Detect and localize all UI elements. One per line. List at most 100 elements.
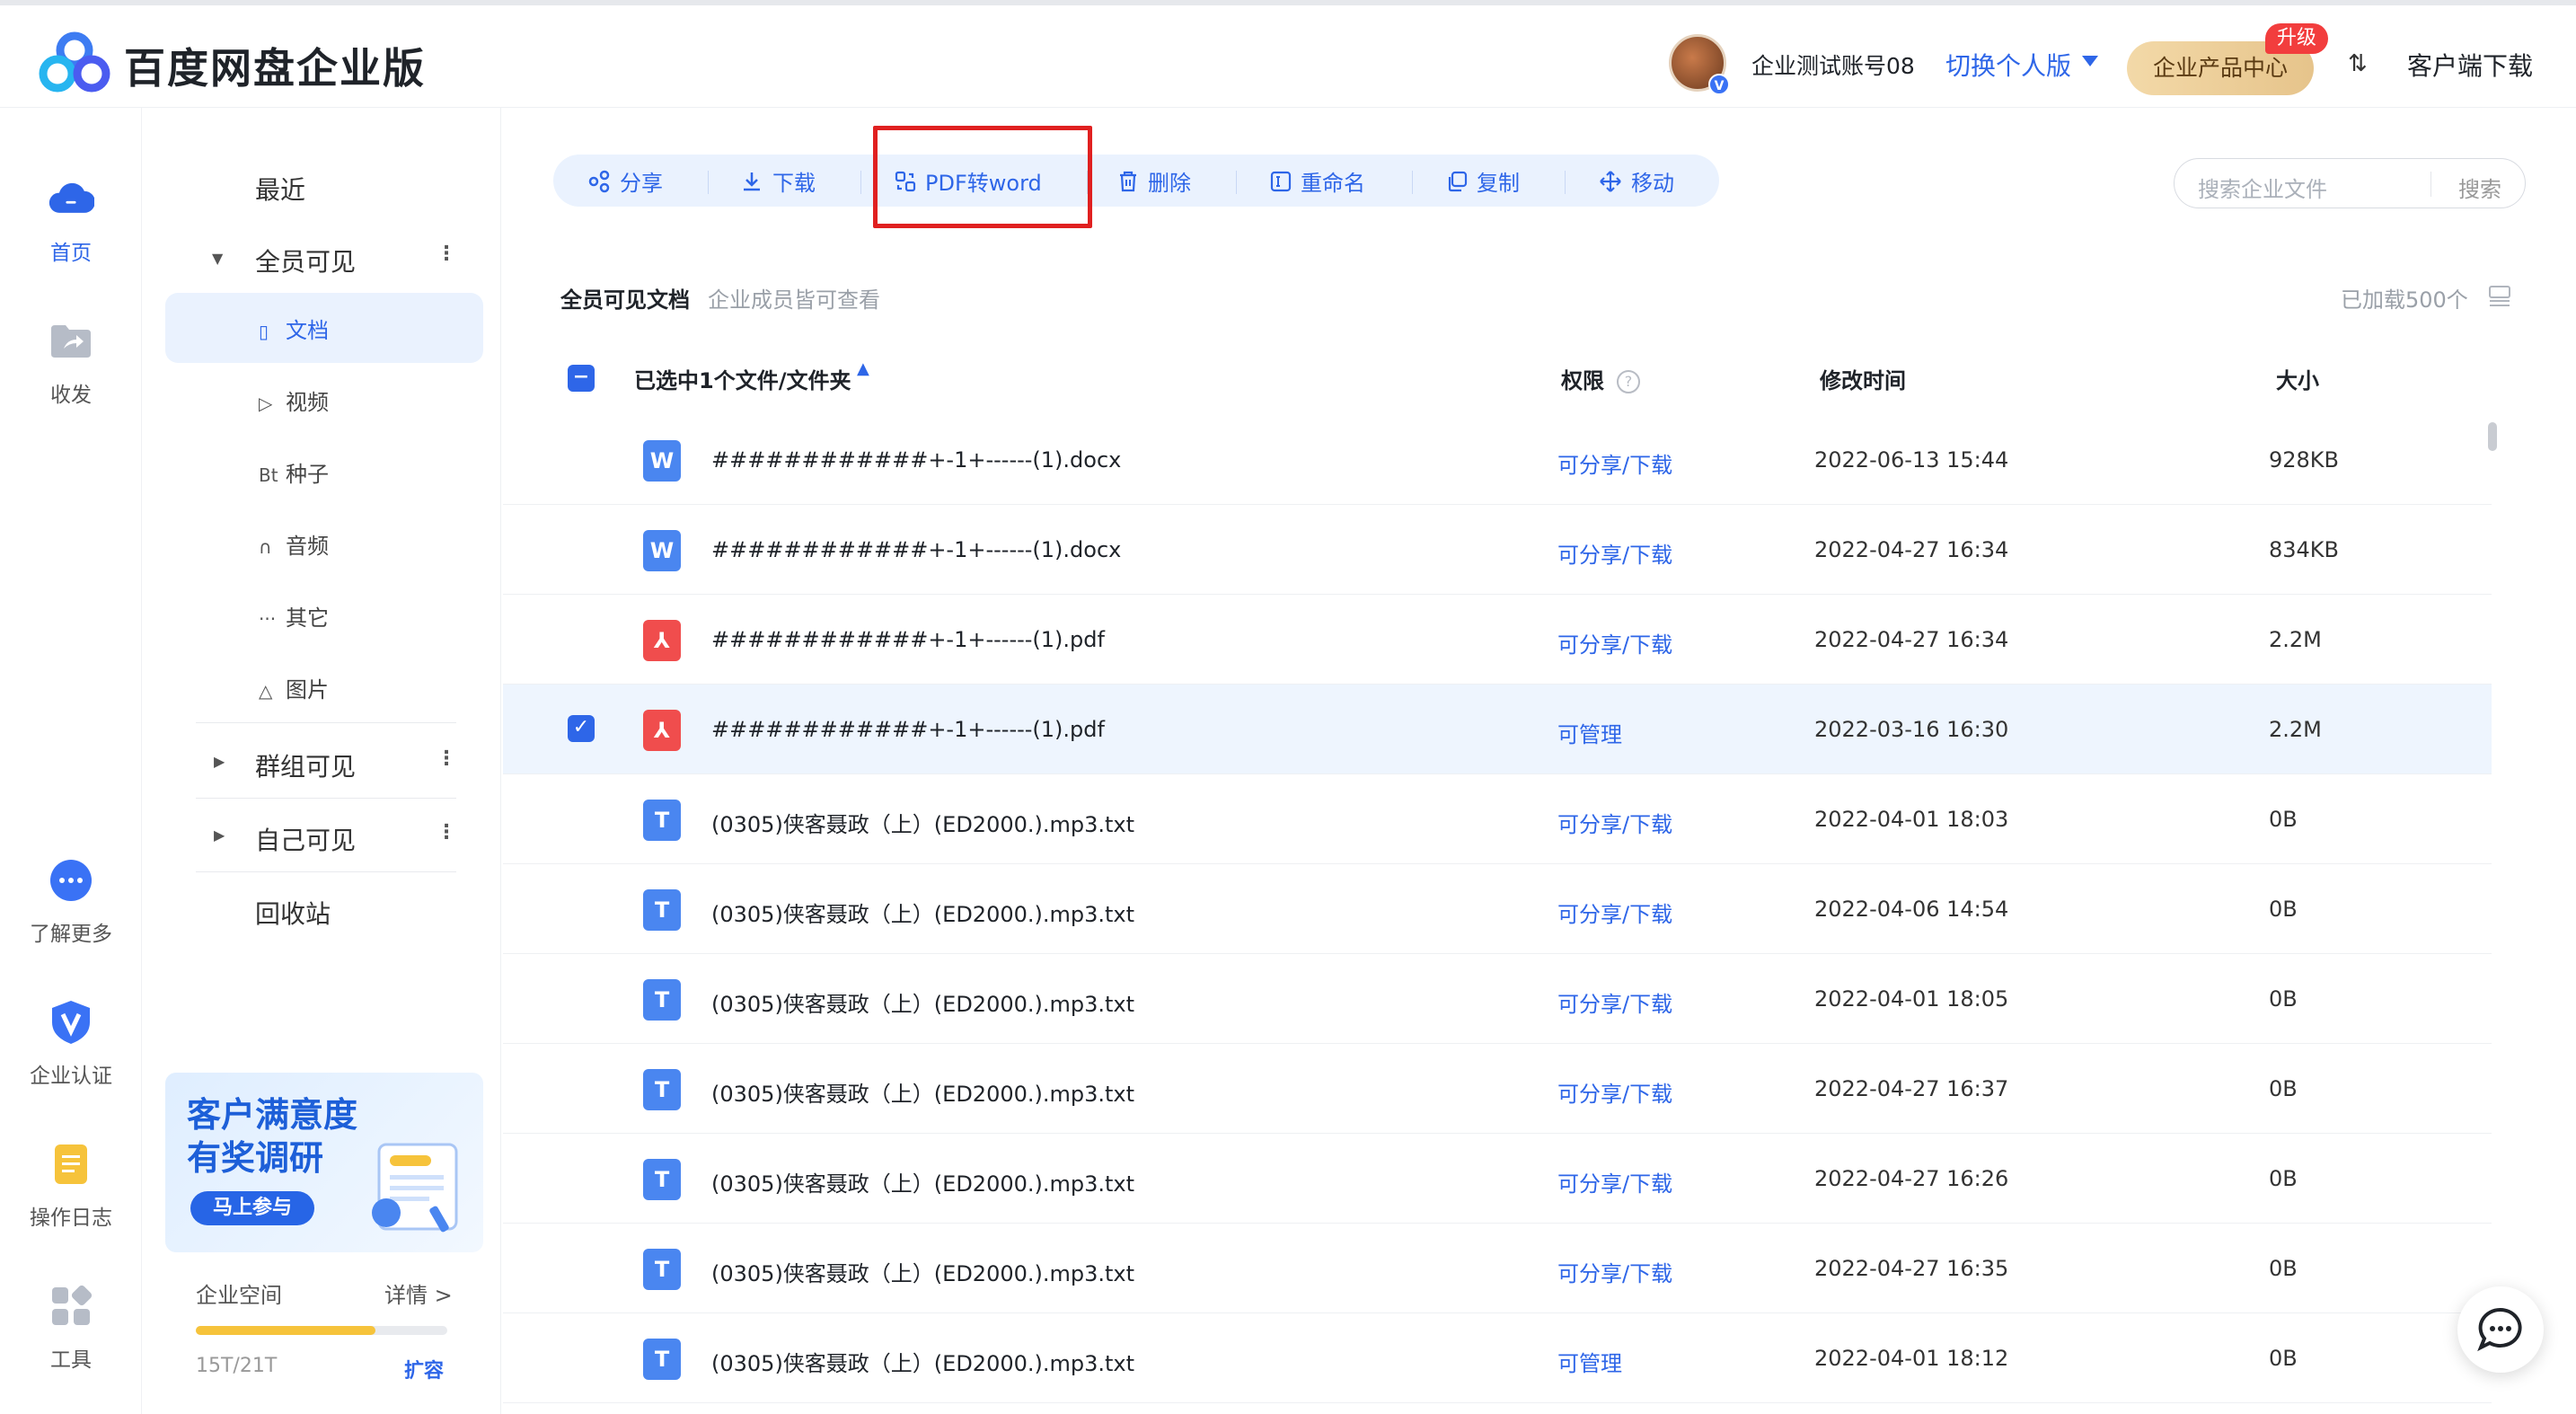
divider — [196, 722, 456, 723]
table-row[interactable]: T (0305)侠客聂政（上）(ED2000.).mp3.txt 可管理 2022-0… — [503, 1313, 2492, 1403]
file-permission[interactable]: 可分享/下载 — [1557, 447, 1672, 479]
column-size[interactable]: 大小 — [2276, 363, 2319, 394]
file-name[interactable]: ############+-1+------(1).docx — [711, 537, 1121, 562]
column-permission-label: 权限 — [1561, 368, 1604, 393]
table-row[interactable]: ✓ ⅄ ############+-1+------(1).pdf 可管理 2022-0… — [503, 685, 2492, 774]
row-checkbox[interactable]: ✓ — [568, 715, 595, 742]
search-button[interactable]: 搜索 — [2458, 172, 2501, 203]
table-row[interactable]: T (0305)侠客聂政（上）(ED2000.).mp3.txt 可分享/下载 202… — [503, 1044, 2492, 1134]
sort-arrow-icon[interactable]: ▲ — [857, 359, 869, 378]
file-name[interactable]: ############+-1+------(1).docx — [711, 447, 1121, 473]
file-permission[interactable]: 可分享/下载 — [1557, 1166, 1672, 1197]
file-permission[interactable]: 可分享/下载 — [1557, 537, 1672, 569]
file-permission[interactable]: 可分享/下载 — [1557, 1256, 1672, 1287]
row-checkbox[interactable] — [568, 625, 595, 652]
file-permission[interactable]: 可分享/下载 — [1557, 986, 1672, 1018]
nav-tools[interactable]: 工具 — [0, 1283, 142, 1373]
file-permission[interactable]: 可分享/下载 — [1557, 807, 1672, 838]
table-row[interactable]: W ############+-1+------(1).docx 可分享/下载 202… — [503, 415, 2492, 505]
file-permission[interactable]: 可管理 — [1557, 1346, 1622, 1377]
table-row[interactable]: T (0305)侠客聂政（上）(ED2000.).mp3.txt 可分享/下载 202… — [503, 864, 2492, 954]
sidebar-item-self-visible[interactable]: 自己可见 — [255, 821, 356, 857]
table-row[interactable]: W ############+-1+------(1).docx 可分享/下载 202… — [503, 505, 2492, 595]
storage-progress-bar — [196, 1326, 447, 1335]
row-checkbox[interactable] — [568, 446, 595, 473]
row-checkbox[interactable] — [568, 805, 595, 832]
file-name[interactable]: ############+-1+------(1).pdf — [711, 717, 1105, 742]
row-checkbox[interactable] — [568, 1344, 595, 1371]
rename-button[interactable]: 重命名 — [1270, 165, 1365, 197]
column-modified-time[interactable]: 修改时间 — [1820, 363, 1906, 394]
copy-button[interactable]: 复制 — [1446, 165, 1520, 197]
selected-count-header: 已选中1个文件/文件夹 — [634, 368, 851, 393]
nav-learn-more[interactable]: 了解更多 — [0, 857, 142, 947]
search-input[interactable]: 搜索企业文件 — [2198, 172, 2327, 203]
switch-personal-link[interactable]: 切换个人版 — [1945, 47, 2071, 83]
sidebar-item-recycle-bin[interactable]: 回收站 — [255, 895, 331, 931]
sidebar-item-audio[interactable]: ∩ 音频 — [259, 528, 329, 560]
move-button[interactable]: 移动 — [1599, 165, 1674, 197]
search-box[interactable]: 搜索企业文件 搜索 — [2174, 158, 2526, 208]
sidebar-item-recent[interactable]: 最近 — [255, 171, 305, 207]
sidebar-item-images[interactable]: △ 图片 — [259, 672, 329, 703]
more-options-icon[interactable]: ⋮ — [437, 243, 456, 265]
delete-button[interactable]: 删除 — [1117, 165, 1191, 197]
nav-home[interactable]: 首页 — [0, 176, 142, 266]
file-name[interactable]: (0305)侠客聂政（上）(ED2000.).mp3.txt — [711, 986, 1134, 1018]
expand-down-icon[interactable]: ▼ — [212, 250, 223, 267]
scrollbar-thumb[interactable] — [2488, 422, 2497, 451]
file-name[interactable]: ############+-1+------(1).pdf — [711, 627, 1105, 652]
account-name[interactable]: 企业测试账号08 — [1751, 49, 1915, 81]
expand-storage-link[interactable]: 扩容 — [404, 1355, 444, 1383]
expand-right-icon[interactable]: ▶ — [214, 826, 225, 844]
row-checkbox[interactable] — [568, 535, 595, 562]
nav-tools-label: 工具 — [50, 1348, 92, 1372]
expand-right-icon[interactable]: ▶ — [214, 753, 225, 770]
file-name[interactable]: (0305)侠客聂政（上）(ED2000.).mp3.txt — [711, 1256, 1134, 1287]
table-row[interactable]: T (0305)侠客聂政（上）(ED2000.).mp3.txt 可分享/下载 202… — [503, 774, 2492, 864]
list-view-icon[interactable] — [2488, 284, 2511, 307]
space-detail-link[interactable]: 详情 > — [384, 1277, 453, 1309]
file-permission[interactable]: 可分享/下载 — [1557, 1076, 1672, 1108]
table-row[interactable]: T (0305)侠客聂政（上）(ED2000.).mp3.txt 可分享/下载 202… — [503, 1134, 2492, 1224]
file-modified-time: 2022-06-13 15:44 — [1814, 447, 2009, 473]
file-permission[interactable]: 可管理 — [1557, 717, 1622, 748]
table-row[interactable]: T (0305)侠客聂政（上）(ED2000.).mp3.txt 可分享/下载 202… — [503, 1224, 2492, 1313]
row-checkbox[interactable] — [568, 1254, 595, 1281]
log-doc-icon — [48, 1141, 94, 1188]
nav-enterprise-verify[interactable]: 企业认证 — [0, 999, 142, 1089]
transfer-icon[interactable]: ⇅ — [2348, 50, 2368, 77]
file-name[interactable]: (0305)侠客聂政（上）(ED2000.).mp3.txt — [711, 1346, 1134, 1377]
caret-down-icon[interactable] — [2082, 56, 2098, 66]
table-row[interactable]: T (0305)侠客聂政（上）(ED2000.).mp3.txt 可分享/下载 202… — [503, 954, 2492, 1044]
table-row[interactable]: ⅄ ############+-1+------(1).pdf 可分享/下载 2022… — [503, 595, 2492, 685]
file-permission[interactable]: 可分享/下载 — [1557, 627, 1672, 658]
download-button[interactable]: 下载 — [740, 165, 816, 197]
more-options-icon[interactable]: ⋮ — [437, 821, 456, 844]
sidebar-item-all-visible[interactable]: 全员可见 — [255, 243, 356, 278]
file-name[interactable]: (0305)侠客聂政（上）(ED2000.).mp3.txt — [711, 1166, 1134, 1197]
file-permission[interactable]: 可分享/下载 — [1557, 897, 1672, 928]
more-options-icon[interactable]: ⋮ — [437, 747, 456, 770]
file-name[interactable]: (0305)侠客聂政（上）(ED2000.).mp3.txt — [711, 897, 1134, 928]
row-checkbox[interactable] — [568, 895, 595, 922]
client-download-link[interactable]: 客户端下载 — [2407, 47, 2533, 83]
file-name[interactable]: (0305)侠客聂政（上）(ED2000.).mp3.txt — [711, 1076, 1134, 1108]
upgrade-badge[interactable]: 升级 — [2265, 23, 2328, 54]
help-circle-icon[interactable]: ? — [1617, 370, 1640, 393]
survey-banner[interactable]: 客户满意度 有奖调研 马上参与 — [165, 1073, 483, 1252]
sidebar-item-group-visible[interactable]: 群组可见 — [255, 747, 356, 783]
baidu-netdisk-logo[interactable] — [36, 31, 113, 93]
sidebar-item-documents[interactable]: ▯ 文档 — [259, 313, 329, 344]
row-checkbox[interactable] — [568, 1074, 595, 1101]
row-checkbox[interactable] — [568, 1164, 595, 1191]
share-button[interactable]: 分享 — [587, 165, 663, 197]
sidebar-item-other[interactable]: ··· 其它 — [259, 600, 329, 632]
nav-operation-log[interactable]: 操作日志 — [0, 1141, 142, 1231]
select-all-checkbox[interactable]: − — [568, 365, 595, 392]
customer-service-chat-button[interactable] — [2457, 1286, 2544, 1373]
file-name[interactable]: (0305)侠客聂政（上）(ED2000.).mp3.txt — [711, 807, 1134, 838]
join-survey-button[interactable]: 马上参与 — [190, 1191, 314, 1225]
sidebar-item-torrent[interactable]: Bt 种子 — [259, 456, 329, 488]
row-checkbox[interactable] — [568, 985, 595, 1012]
